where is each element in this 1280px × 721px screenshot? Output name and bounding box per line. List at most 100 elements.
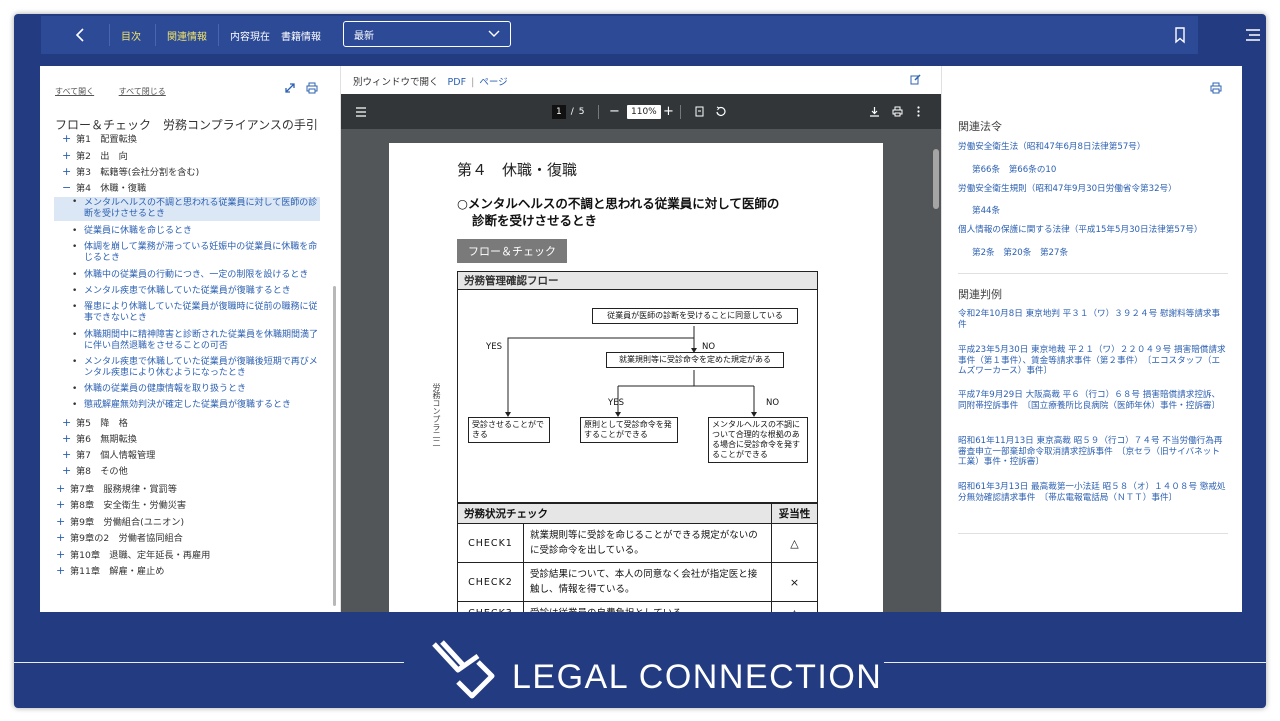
tab-content-date[interactable]: 内容現在 <box>230 16 270 54</box>
pdf-print-button[interactable] <box>892 94 903 129</box>
toc-chapter-8[interactable]: + 第8章 安全衛生・労働災害 <box>56 499 187 511</box>
toc-subitem-label: 懲戒解雇無効判決が確定した従業員が復職するとき <box>84 400 292 410</box>
related-case-link[interactable]: 令和2年10月8日 東京地判 平３１（ワ）３９２４号 慰謝料等請求事件 <box>958 309 1228 330</box>
tab-book-info[interactable]: 書籍情報 <box>281 16 321 54</box>
related-law-articles[interactable]: 第66条 第66条の10 <box>972 163 1056 175</box>
toc-section-label: 第6 無期転換 <box>76 434 137 445</box>
toc-chapter-7[interactable]: + 第7章 服務規律・賞罰等 <box>56 483 177 495</box>
menu-icon[interactable] <box>1245 28 1261 42</box>
more-options-button[interactable] <box>917 94 920 129</box>
check-table-header: 労務状況チェック 妥当性 <box>457 503 818 524</box>
toc-subitem[interactable]: • 罹患により休職していた従業員が復職時に従前の職務に従事できないとき <box>72 302 320 323</box>
edit-icon[interactable] <box>910 74 921 85</box>
download-button[interactable] <box>869 94 880 129</box>
toc-section-6[interactable]: + 第6 無期転換 <box>62 433 137 445</box>
expand-all-link[interactable]: すべて開く <box>55 87 94 96</box>
toc-subitem-selected[interactable]: • メンタルヘルスの不調と思われる従業員に対して医師の診断を受けさせるとき <box>54 197 320 221</box>
related-case-link[interactable]: 平成23年5月30日 東京地裁 平２１（ワ）２２０４９号 損害賠償請求事件（第１… <box>958 345 1228 377</box>
version-select-value: 最新 <box>354 30 374 42</box>
rotate-button[interactable] <box>715 94 726 129</box>
tab-related-info[interactable]: 関連情報 <box>167 16 207 54</box>
print-icon[interactable] <box>1210 82 1222 94</box>
toc-subitem[interactable]: • メンタル疾患で休職していた従業員が復職後短期で再びメンタル疾患により休むように… <box>72 357 320 378</box>
toc-chapter-10[interactable]: + 第10章 退職、定年延長・再雇用 <box>56 549 211 561</box>
toc-subitem[interactable]: • 従業員に休職を命じるとき <box>72 226 320 237</box>
toc-chapter-label: 第9章の2 労働者協同組合 <box>70 533 183 544</box>
toc-section-4[interactable]: − 第4 休職・復職 <box>62 182 146 194</box>
version-select[interactable]: 最新 <box>343 21 511 47</box>
plus-icon: + <box>56 564 66 577</box>
page-side-text: 労務コンプラ二二 <box>432 383 441 447</box>
related-law-link[interactable]: 労働安全衛生規則（昭和47年9月30日労働省令第32号） <box>958 184 1228 195</box>
toc-subitem[interactable]: • 休職期間中に精神障害と診断された従業員を休職期間満了に伴い自然退職をさせること… <box>72 330 320 351</box>
plus-icon: + <box>62 149 72 162</box>
toc-chapter-label: 第10章 退職、定年延長・再雇用 <box>70 550 211 561</box>
collapse-all-link[interactable]: すべて閉じる <box>119 87 166 96</box>
toc-chapter-label: 第8章 安全衛生・労働災害 <box>70 500 187 511</box>
kebab-icon <box>917 106 920 117</box>
toc-subitem[interactable]: • 休職の従業員の健康情報を取り扱うとき <box>72 384 320 395</box>
brand-line-right <box>884 662 1266 663</box>
related-law-link[interactable]: 労働安全衛生法（昭和47年6月8日法律第57号） <box>958 142 1228 153</box>
hamburger-icon <box>356 106 366 117</box>
page-heading-line: 診断を受けさせるとき <box>472 213 598 228</box>
toc-subitem[interactable]: • 休職中の従業員の行動につき、一定の制限を設けるとき <box>72 270 320 281</box>
flow-node-result-3: メンタルヘルスの不調について合理的な根拠のある場合に受診命令を発することができる <box>708 417 808 463</box>
minus-icon: − <box>62 181 72 194</box>
toc-section-label: 第8 その他 <box>76 466 128 477</box>
toc-subitem-label: 休職期間中に精神障害と診断された従業員を休職期間満了に伴い自然退職をさせることの… <box>84 330 319 351</box>
toc-section-7[interactable]: + 第7 個人情報管理 <box>62 449 155 461</box>
plus-icon: + <box>62 432 72 445</box>
toc-section-3[interactable]: + 第3 転籍等(会社分割を含む) <box>62 166 200 178</box>
toc-subitem[interactable]: • 懲戒解雇無効判決が確定した従業員が復職するとき <box>72 400 320 411</box>
related-case-link[interactable]: 平成7年9月29日 大阪高裁 平６（行コ）６８号 損害賠償請求控訴、同附帯控訴事… <box>958 390 1228 411</box>
flow-label-yes: YES <box>608 398 624 408</box>
chevron-left-icon <box>75 28 84 42</box>
check-result: △ <box>771 523 818 563</box>
toc-section-8[interactable]: + 第8 その他 <box>62 465 128 477</box>
page-link[interactable]: ページ <box>479 77 507 88</box>
toc-panel: すべて開く すべて閉じる フロー＆チェック 労務コンプライアンスの手引 + 第1 … <box>40 66 340 612</box>
related-laws-title: 関連法令 <box>958 120 1002 133</box>
related-case-link[interactable]: 昭和61年11月13日 東京高裁 昭５９（行コ）７４号 不当労働行為再審査申立一… <box>958 436 1228 468</box>
toc-section-1[interactable]: + 第1 配置転換 <box>62 133 137 145</box>
toc-scrollbar[interactable] <box>333 286 336 606</box>
zoom-field[interactable]: 110% <box>627 94 661 129</box>
print-icon[interactable] <box>306 82 318 94</box>
tab-toc[interactable]: 目次 <box>121 16 141 54</box>
bookmark-icon[interactable] <box>1172 26 1188 44</box>
related-law-link[interactable]: 個人情報の保護に関する法律（平成15年5月30日法律第57号） <box>958 225 1228 236</box>
tab-divider <box>218 24 219 46</box>
zoom-in-button[interactable]: + <box>663 94 674 129</box>
pdf-canvas[interactable]: 第４ 休職・復職 ○メンタルヘルスの不調と思われる従業員に対して医師の 診断を受… <box>341 129 941 612</box>
pdf-scrollbar[interactable] <box>933 149 939 209</box>
fit-page-button[interactable] <box>695 94 704 129</box>
toc-section-2[interactable]: + 第2 出 向 <box>62 150 128 162</box>
plus-icon: + <box>56 498 66 511</box>
toc-subitem[interactable]: • 体調を崩して業務が滞っている妊娠中の従業員に休職を命じるとき <box>72 242 320 263</box>
page-number-input[interactable]: 1 <box>552 104 566 119</box>
toc-section-label: 第1 配置転換 <box>76 134 137 145</box>
expand-icon[interactable] <box>284 82 296 94</box>
content-card: すべて開く すべて閉じる フロー＆チェック 労務コンプライアンスの手引 + 第1 … <box>40 66 1242 612</box>
table-row: CHECK3 受診は従業員の自費負担としている。 △ <box>457 601 818 612</box>
toc-section-label: 第5 降 格 <box>76 418 128 429</box>
sidebar-toggle[interactable] <box>355 94 367 129</box>
toc-chapter-9[interactable]: + 第9章 労働組合(ユニオン) <box>56 516 184 528</box>
related-case-link[interactable]: 昭和61年3月13日 最高裁第一小法廷 昭５８（オ）１４０８号 懲戒処分無効確認… <box>958 482 1228 503</box>
check-table-eval-header: 妥当性 <box>771 503 818 524</box>
related-law-articles[interactable]: 第2条 第20条 第27条 <box>972 246 1068 258</box>
related-law-articles[interactable]: 第44条 <box>972 204 1000 216</box>
back-button[interactable] <box>65 16 95 54</box>
toc-chapter-9-2[interactable]: + 第9章の2 労働者協同組合 <box>56 532 183 544</box>
pdf-link[interactable]: PDF <box>448 77 467 88</box>
flow-label-yes: YES <box>486 342 502 352</box>
pdf-page: 第４ 休職・復職 ○メンタルヘルスの不調と思われる従業員に対して医師の 診断を受… <box>389 143 883 612</box>
toc-section-5[interactable]: + 第5 降 格 <box>62 417 128 429</box>
toc-subitem-label: 体調を崩して業務が滞っている妊娠中の従業員に休職を命じるとき <box>84 242 318 263</box>
toc-section-label: 第3 転籍等(会社分割を含む) <box>76 167 200 178</box>
bullet-icon: • <box>72 302 78 312</box>
toc-chapter-11[interactable]: + 第11章 解雇・雇止め <box>56 565 164 577</box>
toc-subitem[interactable]: • メンタル疾患で休職していた従業員が復職するとき <box>72 286 320 297</box>
zoom-out-button[interactable]: − <box>609 94 620 129</box>
